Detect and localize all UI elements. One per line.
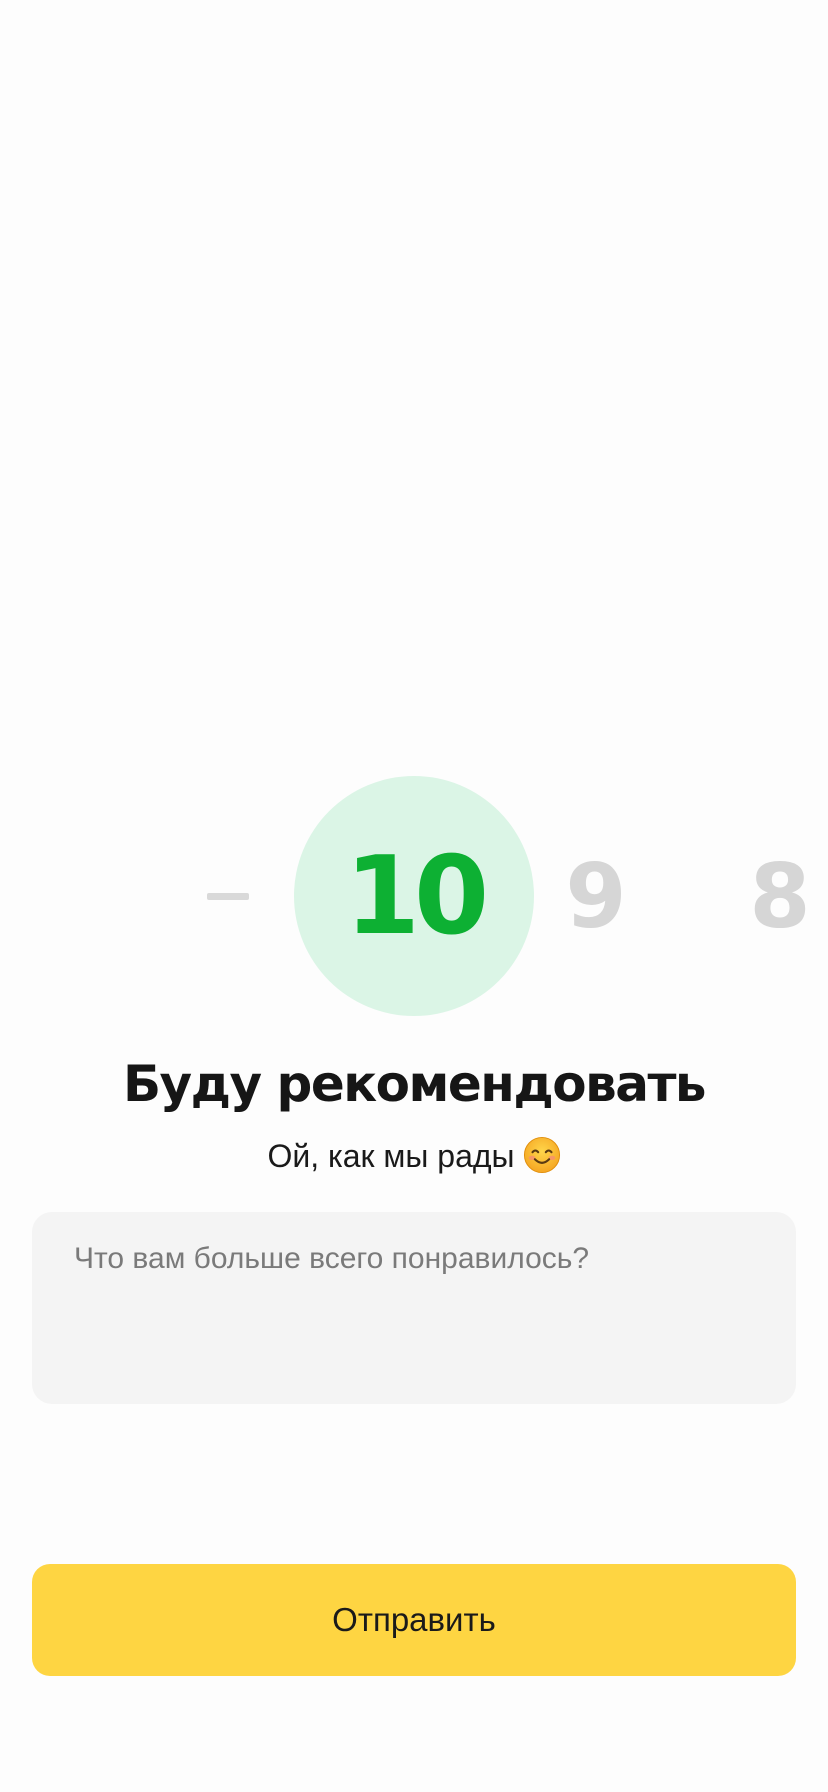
page-title: Буду рекомендовать [122, 1055, 707, 1113]
rating-option-selected[interactable]: 10 [294, 776, 534, 1016]
rating-feedback-screen: 10 9 8 Буду рекомендовать Ой, как мы рад… [0, 0, 828, 1792]
dash-icon [207, 892, 249, 900]
smiling-face-icon [523, 1136, 560, 1174]
submit-button[interactable]: Отправить [32, 1564, 796, 1676]
rating-option-none[interactable] [198, 866, 258, 926]
subtitle: Ой, как мы рады [0, 1132, 828, 1180]
rating-option-9[interactable]: 9 [560, 836, 632, 956]
rating-option-8[interactable]: 8 [744, 836, 816, 956]
rating-picker[interactable]: 10 9 8 [0, 776, 828, 1016]
feedback-input[interactable] [74, 1242, 754, 1374]
feedback-field[interactable] [32, 1212, 796, 1404]
subtitle-text: Ой, как мы рады [267, 1138, 515, 1174]
